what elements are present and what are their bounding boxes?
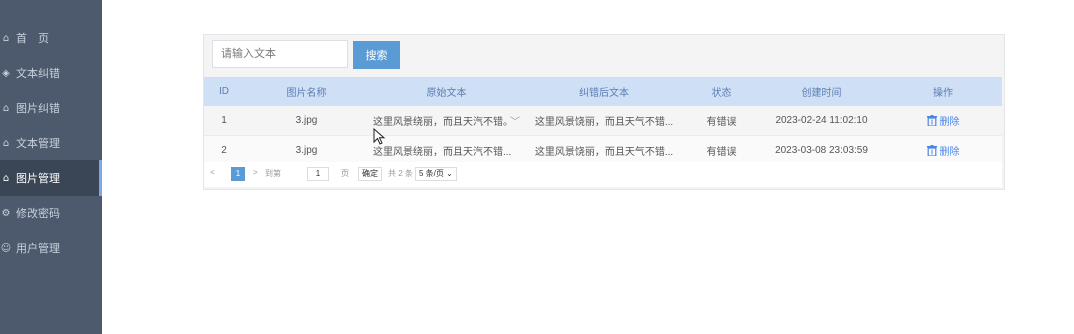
search-button[interactable]: 搜索: [353, 41, 400, 69]
image-icon: ⌂: [2, 102, 10, 114]
prev-page-button[interactable]: <: [210, 168, 215, 177]
cell-actions: 删除: [884, 135, 1002, 166]
sidebar-item-label: 图片纠错: [16, 102, 60, 115]
pagination: < 1 > 到第 1 页 确定 共 2 条 5 条/页 ⌄: [204, 162, 1002, 187]
cell-original-text[interactable]: 这里风景绕丽，而且天汽不错。 ﹀: [369, 106, 524, 136]
delete-label: 删除: [939, 146, 960, 158]
sidebar-item-label: 用户管理: [16, 242, 60, 255]
column-header: 原始文本: [369, 77, 524, 106]
column-header: 创建时间: [759, 77, 884, 106]
column-header: 图片名称: [244, 77, 369, 106]
sidebar-item-text-correction[interactable]: ◈ 文本纠错: [0, 55, 102, 91]
cell-corrected-text: 这里风景饶丽，而且天气不错...: [524, 135, 684, 166]
column-header: ID: [204, 77, 244, 106]
cell-actions: 删除: [884, 106, 1002, 136]
original-text: 这里风景绕丽，而且天汽不错。: [373, 117, 508, 128]
table-header-row: ID 图片名称 原始文本 纠错后文本 状态 创建时间 操作: [204, 77, 1002, 106]
page-size-value: 5 条/页: [419, 169, 444, 178]
cell-name: 3.jpg: [244, 135, 369, 166]
confirm-button[interactable]: 确定: [358, 167, 382, 181]
cell-id: 1: [204, 106, 244, 136]
sidebar-item-text-management[interactable]: ⌂ 文本管理: [0, 125, 102, 161]
sidebar-item-label: 文本管理: [16, 137, 60, 150]
sidebar-item-label: 修改密码: [16, 207, 60, 220]
cell-corrected-text: 这里风景饶丽，而且天气不错...: [524, 106, 684, 136]
cell-created-time: 2023-03-08 23:03:59: [759, 135, 884, 166]
next-page-button[interactable]: >: [253, 168, 258, 177]
gear-icon: ⚙: [1, 207, 11, 219]
page-size-select[interactable]: 5 条/页 ⌄: [415, 167, 457, 181]
chevron-down-icon[interactable]: ﹀: [510, 117, 520, 128]
column-header: 状态: [684, 77, 759, 106]
sidebar-item-image-correction[interactable]: ⌂ 图片纠错: [0, 90, 102, 126]
sidebar-item-change-password[interactable]: ⚙ 修改密码: [0, 195, 102, 231]
cell-original-text: 这里风景绕丽，而且天汽不错...: [369, 135, 524, 166]
column-header: 纠错后文本: [524, 77, 684, 106]
user-icon: ☺: [0, 242, 12, 254]
table-row: 2 3.jpg 这里风景绕丽，而且天汽不错... 这里风景饶丽，而且天气不错..…: [204, 135, 1002, 166]
sidebar: ⌂ 首 页 ◈ 文本纠错 ⌂ 图片纠错 ⌂ 文本管理 ⌂ 图片管理 ⚙ 修改密码…: [0, 0, 102, 334]
sidebar-item-home[interactable]: ⌂ 首 页: [0, 20, 102, 56]
folder-icon: ⌂: [2, 137, 10, 149]
delete-button[interactable]: 删除: [926, 143, 960, 158]
sidebar-item-image-management[interactable]: ⌂ 图片管理: [0, 160, 102, 196]
mouse-cursor-icon: [373, 128, 386, 145]
page-jump-input[interactable]: 1: [307, 167, 329, 181]
sidebar-item-label: 图片管理: [16, 172, 60, 185]
folder-icon: ⌂: [2, 172, 10, 184]
cell-name: 3.jpg: [244, 106, 369, 136]
total-count: 共 2 条: [388, 169, 413, 178]
text-icon: ◈: [2, 67, 10, 79]
cell-status: 有错误: [684, 106, 759, 136]
page-suffix: 页: [341, 169, 349, 178]
sidebar-item-label: 文本纠错: [16, 67, 60, 80]
delete-button[interactable]: 删除: [926, 113, 960, 128]
search-input[interactable]: [212, 40, 348, 68]
cell-status: 有错误: [684, 135, 759, 166]
trash-icon: [926, 144, 937, 156]
cell-created-time: 2023-02-24 11:02:10: [759, 106, 884, 136]
data-table: ID 图片名称 原始文本 纠错后文本 状态 创建时间 操作 1 3.jpg 这里…: [204, 77, 1002, 166]
trash-icon: [926, 114, 937, 126]
page-number-current[interactable]: 1: [231, 167, 245, 181]
delete-label: 删除: [939, 116, 960, 128]
table-row: 1 3.jpg 这里风景绕丽，而且天汽不错。 ﹀ 这里风景饶丽，而且天气不错...…: [204, 106, 1002, 136]
sidebar-item-user-management[interactable]: ☺ 用户管理: [0, 230, 102, 266]
cell-id: 2: [204, 135, 244, 166]
sidebar-item-label: 首 页: [16, 32, 49, 45]
home-icon: ⌂: [2, 32, 10, 44]
goto-label: 到第: [265, 169, 281, 178]
chevron-down-icon: ⌄: [446, 169, 453, 178]
column-header: 操作: [884, 77, 1002, 106]
